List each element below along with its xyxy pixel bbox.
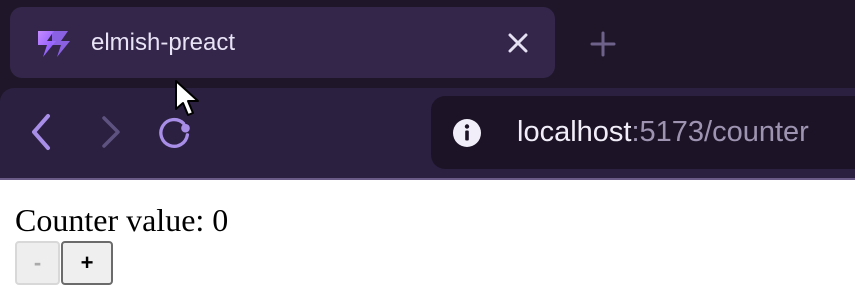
counter-value-text: Counter value: 0 [15,202,229,238]
url-host: localhost [517,116,632,148]
tab-title: elmish-preact [91,29,236,56]
new-tab-button[interactable] [585,26,621,62]
mouse-cursor-icon [174,79,202,119]
close-icon[interactable] [504,29,532,57]
chevron-right-icon [102,116,120,148]
plus-icon [590,31,616,57]
forward-button[interactable] [90,110,130,154]
address-bar[interactable]: localhost:5173/counter [431,96,855,169]
tab-elmish-preact[interactable]: elmish-preact [10,7,555,78]
url-text[interactable]: localhost:5173/counter [517,96,809,169]
chevron-left-icon [32,114,50,150]
page-content: Counter value: 0 - + [0,180,855,306]
info-icon[interactable] [452,118,482,148]
back-button[interactable] [22,110,62,154]
decrement-button[interactable]: - [15,241,60,285]
url-path: :5173/counter [631,116,809,148]
increment-button[interactable]: + [61,241,113,285]
vite-logo-icon [34,23,74,63]
